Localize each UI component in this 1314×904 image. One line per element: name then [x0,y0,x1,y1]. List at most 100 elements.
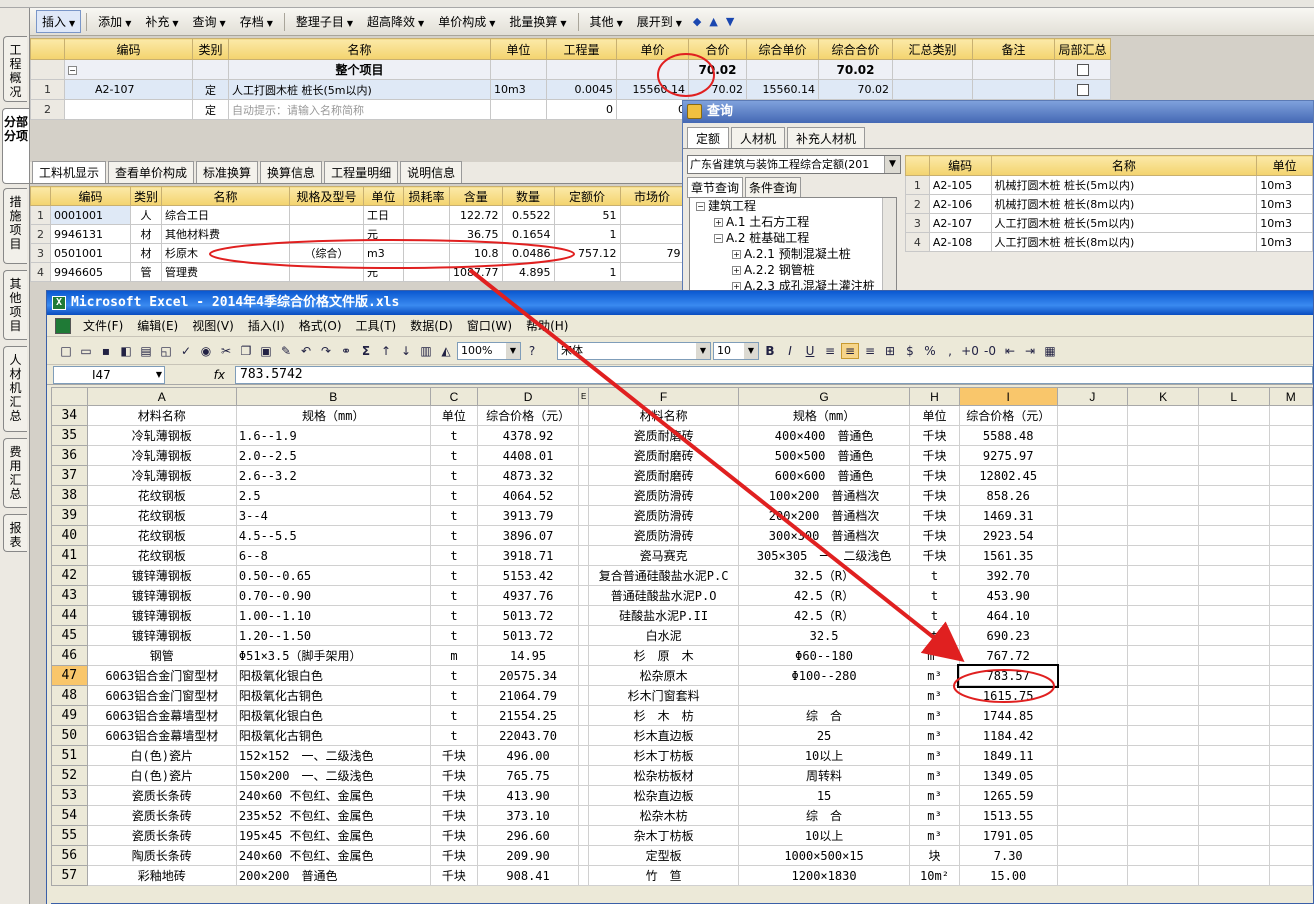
cell-l[interactable] [1197,625,1270,646]
cell-c[interactable]: t [429,585,479,606]
cell-k[interactable] [1127,585,1199,606]
cell-i[interactable]: 1513.55 [958,805,1058,826]
cell-k[interactable] [1127,445,1199,466]
cut-icon[interactable]: ✂ [217,344,235,358]
row-header[interactable]: 42 [51,565,88,586]
cell-l[interactable] [1197,545,1270,566]
side-tab-6[interactable]: 费用汇总 [3,438,27,508]
detail-tab-4[interactable]: 换算信息 [260,161,323,183]
cell-m[interactable] [1268,585,1314,606]
row-header[interactable]: 53 [51,785,88,806]
comma-icon[interactable]: , [941,344,959,358]
cell-e[interactable] [577,585,590,606]
cell-j[interactable] [1056,705,1129,726]
row-header[interactable]: 39 [51,505,88,526]
cell-k[interactable] [1127,765,1199,786]
cell-b[interactable]: 阳极氧化银白色 [235,705,431,726]
row-header[interactable]: 40 [51,525,88,546]
query-unit-cell[interactable]: 10m3 [1256,213,1313,233]
cell-h[interactable]: m³ [909,705,960,726]
cell-g[interactable] [737,685,911,706]
cell-d[interactable]: 413.90 [477,785,579,806]
cell-l[interactable] [1197,605,1270,626]
font-size-select[interactable]: 10 ▼ [713,341,759,360]
cell-g[interactable]: 305×305 一、二级浅色 [737,545,911,566]
cell-a[interactable]: 镀锌薄钢板 [86,565,237,586]
cell-i[interactable]: 1349.05 [958,765,1058,786]
cell-k[interactable] [1127,485,1199,506]
resource-spec-cell[interactable] [289,262,365,282]
tree-node[interactable]: + A.2.2 钢管桩 [690,262,896,278]
cell-j[interactable] [1056,585,1129,606]
decrease-indent-icon[interactable]: ⇤ [1001,344,1019,358]
query-name-cell[interactable]: 机械打圆木桩 桩长(5m以内) [990,175,1258,195]
side-tab-7[interactable]: 报表 [3,514,27,552]
cell-m[interactable] [1268,705,1314,726]
cell-d[interactable]: 5013.72 [477,625,579,646]
cell-k[interactable] [1127,825,1199,846]
resource-grid-header[interactable]: 数量 [501,186,555,206]
cell-b[interactable]: Φ51×3.5（脚手架用） [235,645,431,666]
resource-type-cell[interactable]: 人 [129,205,163,225]
cell-k[interactable] [1127,625,1199,646]
cell-b[interactable]: 1.00--1.10 [235,605,431,626]
row-header[interactable]: 49 [51,705,88,726]
toolbar-button-10[interactable]: 其他 ▼ [584,10,629,33]
cell-c[interactable]: 千块 [429,865,479,886]
table-row[interactable]: 2 A2-106 机械打圆木桩 桩长(8m以内) 10m3 [905,194,1313,214]
cell-m[interactable] [1268,485,1314,506]
column-header[interactable]: H [909,387,960,406]
sort-descending-icon[interactable]: ↓ [397,344,415,358]
cell-b[interactable]: 2.0--2.5 [235,445,431,466]
row-header[interactable]: 57 [51,865,88,886]
code-cell[interactable] [64,99,193,120]
resource-unit-cell[interactable]: m3 [363,243,405,263]
resource-code-cell[interactable]: 0501001 [50,243,131,263]
cell-a[interactable]: 冷轧薄钢板 [86,425,237,446]
cell-m[interactable] [1268,785,1314,806]
cell-i[interactable]: 9275.97 [958,445,1058,466]
cell-d[interactable]: 14.95 [477,645,579,666]
cell-j[interactable] [1056,425,1129,446]
cell-i[interactable]: 858.26 [958,485,1058,506]
cell-m[interactable] [1268,865,1314,886]
hyperlink-icon[interactable]: ⚭ [337,344,355,358]
cell-k[interactable] [1127,505,1199,526]
cell-l[interactable] [1197,765,1270,786]
query-name-cell[interactable]: 机械打圆木桩 桩长(8m以内) [990,194,1258,214]
increase-decimal-icon[interactable]: +0 [961,344,979,358]
align-center-icon[interactable]: ≡ [841,342,859,359]
resource-grid-header[interactable] [30,186,51,206]
cell-h[interactable]: 10m² [909,865,960,886]
cell-l[interactable] [1197,785,1270,806]
toolbar-button-4[interactable]: 查询 ▼ [187,10,232,33]
cell-j[interactable] [1056,825,1129,846]
cell-a[interactable]: 6063铝合金幕墙型材 [86,725,237,746]
cell-m[interactable] [1268,825,1314,846]
cell-h[interactable]: m³ [909,805,960,826]
cell-d[interactable]: 21554.25 [477,705,579,726]
resource-code-cell[interactable]: 0001001 [50,205,131,225]
open-icon[interactable]: ▭ [77,344,95,358]
top-grid-header[interactable]: 合价 [688,38,747,60]
query-tab-3[interactable]: 补充人材机 [787,127,866,148]
cell-g[interactable]: 500×500 普通色 [737,445,911,466]
top-grid-header[interactable]: 单价 [616,38,689,60]
cell-j[interactable] [1056,525,1129,546]
cell-k[interactable] [1127,865,1199,886]
query-tab-2[interactable]: 人材机 [731,127,786,148]
cell-i[interactable]: 7.30 [958,845,1058,866]
cell-g[interactable]: Φ100--280 [737,665,911,686]
query-unit-cell[interactable]: 10m3 [1256,175,1313,195]
cell-c[interactable]: 千块 [429,785,479,806]
cell-e[interactable] [577,605,590,626]
spelling-icon[interactable]: ✓ [177,344,195,358]
cell-c[interactable]: 千块 [429,765,479,786]
resource-code-cell[interactable]: 9946605 [50,262,131,282]
cell-f[interactable]: 松杂原木 [588,665,739,686]
print-icon[interactable]: ▤ [137,344,155,358]
top-grid-header[interactable]: 综合合价 [818,38,893,60]
toolbar-button-6[interactable]: 整理子目 ▼ [290,10,359,33]
cell-b[interactable]: 6--8 [235,545,431,566]
cell-m[interactable] [1268,805,1314,826]
